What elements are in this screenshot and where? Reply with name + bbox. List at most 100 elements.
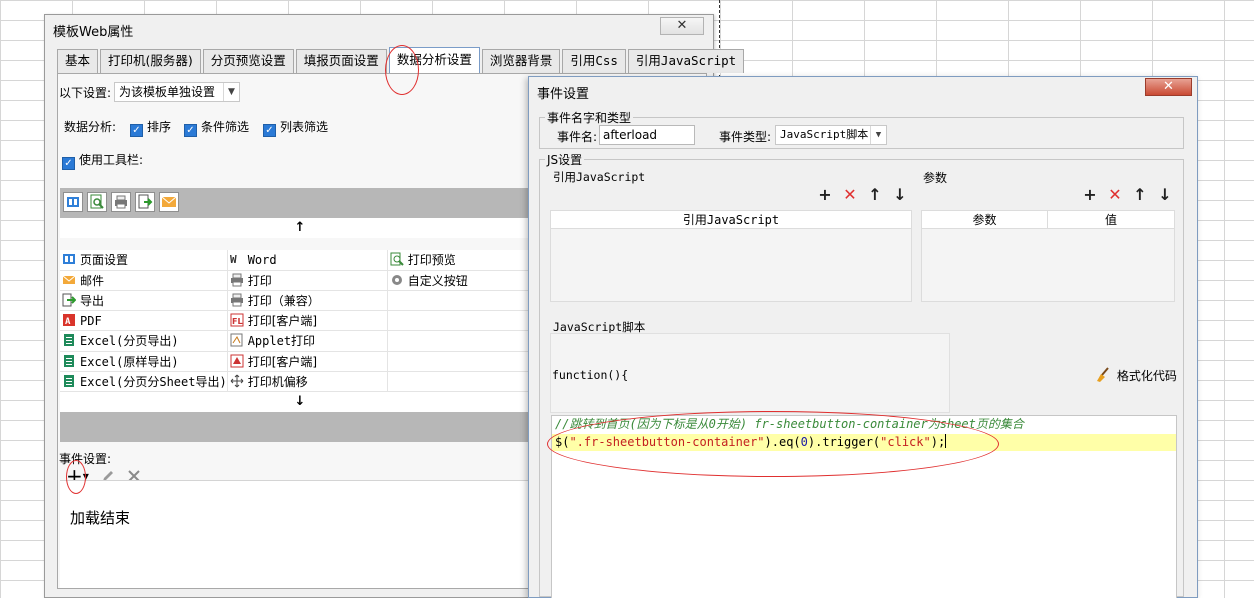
gear-icon [390, 273, 404, 287]
list-item[interactable]: 打印 [227, 270, 388, 291]
add-icon[interactable]: + [817, 187, 833, 203]
print-preview-icon[interactable] [87, 192, 107, 212]
list-filter-label: 列表筛选 [280, 120, 329, 134]
function-signature: function(){ [552, 368, 629, 382]
list-item[interactable]: 打印机偏移 [227, 371, 388, 393]
list-item-label: Word [247, 253, 277, 268]
list-item-label: Excel(原样导出) [80, 354, 179, 369]
params-label: 参数 [923, 171, 948, 185]
list-item[interactable]: Excel(分页导出) [60, 330, 228, 352]
table-row: Excel(分页分Sheet导出) 打印机偏移 [60, 371, 541, 393]
list-item-label: 打印（兼容） [247, 294, 320, 308]
print-icon [230, 273, 244, 287]
tab-ref-javascript[interactable]: 引用JavaScript [627, 49, 745, 73]
condition-filter-checkbox[interactable]: ✓ 条件筛选 [184, 118, 249, 137]
params-table[interactable]: 参数 值 [921, 210, 1175, 302]
toolbar-button-list: 页面设置 W Word 打印预览 邮件 打印 自定义按钮 导出 打印（兼容） AP… [60, 250, 541, 393]
list-item [387, 290, 541, 312]
move-cross-icon [230, 374, 244, 388]
event-type-value: JavaScript脚本 [780, 128, 869, 141]
sort-checkbox[interactable]: ✓ 排序 [130, 118, 171, 137]
analysis-label: 数据分析: [64, 120, 117, 134]
list-item[interactable]: 打印[客户端] [227, 351, 388, 372]
list-item[interactable]: 打印（兼容） [227, 290, 388, 312]
list-item-label: 页面设置 [80, 253, 129, 268]
list-item[interactable]: Excel(原样导出) [60, 351, 228, 372]
list-item[interactable]: W Word [227, 250, 388, 271]
event-type-select[interactable]: JavaScript脚本 ▼ [775, 125, 887, 145]
page-setup-icon[interactable] [63, 192, 83, 212]
ref-js-label: 引用JavaScript [553, 170, 646, 184]
svg-text:FL: FL [232, 317, 243, 326]
delete-icon[interactable]: ✕ [842, 187, 858, 203]
close-button[interactable]: ✕ [660, 17, 704, 35]
svg-text:W: W [230, 253, 237, 266]
table-row: Excel(分页导出) Applet打印 [60, 330, 541, 352]
tab-fill-page[interactable]: 填报页面设置 [295, 49, 387, 73]
annotation-ellipse [385, 45, 419, 95]
list-item-label: Excel(分页分Sheet导出) [80, 374, 227, 389]
move-down-arrow-icon[interactable]: ↓ [60, 392, 540, 412]
arrow-down-icon[interactable]: ↓ [1157, 187, 1173, 203]
settings-select[interactable]: 为该模板单独设置 ▼ [114, 82, 240, 102]
group-label: 事件名字和类型 [545, 109, 634, 126]
move-up-arrow-icon[interactable]: ↑ [60, 218, 540, 238]
ref-js-table[interactable]: 引用JavaScript [550, 210, 912, 302]
table-row: 导出 打印（兼容） [60, 290, 541, 312]
table-row: 邮件 打印 自定义按钮 [60, 270, 541, 291]
list-item[interactable]: 加载结束 [70, 507, 130, 528]
event-settings-dialog: 事件设置 ✕ 事件名字和类型 事件名: afterload 事件类型: Java… [528, 76, 1198, 598]
event-type-label: 事件类型: [719, 130, 772, 144]
pdf-icon: A [62, 313, 76, 327]
tab-printer-server[interactable]: 打印机(服务器) [100, 49, 201, 73]
annotation-ellipse [66, 460, 86, 494]
list-item [387, 310, 541, 332]
page-setup-icon [62, 252, 76, 266]
tab-page-preview[interactable]: 分页预览设置 [202, 49, 294, 73]
condition-filter-label: 条件筛选 [201, 120, 250, 134]
event-name-input[interactable]: afterload [599, 125, 695, 145]
close-button[interactable]: ✕ [1145, 78, 1192, 96]
list-filter-checkbox[interactable]: ✓ 列表筛选 [263, 118, 328, 137]
list-item [387, 330, 541, 352]
use-toolbar-label: 使用工具栏: [79, 153, 144, 167]
checkbox-checked-icon: ✓ [62, 157, 75, 170]
list-item-label: Excel(分页导出) [80, 334, 179, 349]
column-header: 值 [1048, 211, 1174, 229]
applet-print-icon [230, 333, 244, 347]
list-item[interactable]: Excel(分页分Sheet导出) [60, 371, 228, 393]
delete-icon[interactable]: ✕ [1107, 187, 1123, 203]
list-item[interactable]: 邮件 [60, 270, 228, 291]
arrow-up-icon[interactable]: ↑ [867, 187, 883, 203]
chevron-down-icon: ▼ [223, 83, 239, 101]
arrow-down-icon[interactable]: ↓ [892, 187, 908, 203]
list-item[interactable]: FL 打印[客户端] [227, 310, 388, 332]
list-item[interactable]: 自定义按钮 [387, 270, 541, 291]
chevron-down-icon: ▼ [870, 126, 886, 144]
checkbox-checked-icon: ✓ [130, 124, 143, 137]
table-row: 页面设置 W Word 打印预览 [60, 250, 541, 271]
email-icon[interactable] [159, 192, 179, 212]
table-row: A PDF FL 打印[客户端] [60, 310, 541, 332]
list-item[interactable]: 打印预览 [387, 250, 541, 271]
export-icon[interactable] [135, 192, 155, 212]
list-item[interactable]: A PDF [60, 310, 228, 332]
list-item[interactable]: 导出 [60, 290, 228, 312]
tab-browser-background[interactable]: 浏览器背景 [481, 49, 561, 73]
tab-ref-css[interactable]: 引用Css [562, 49, 626, 73]
table-row: Excel(原样导出) 打印[客户端] [60, 351, 541, 372]
list-item [387, 371, 541, 393]
list-item[interactable]: 页面设置 [60, 250, 228, 271]
event-name-label: 事件名: [557, 130, 598, 144]
use-toolbar-checkbox[interactable]: ✓ 使用工具栏: [62, 151, 143, 170]
excel-icon [62, 374, 76, 388]
tab-basic[interactable]: 基本 [57, 49, 99, 73]
list-item-label: PDF [80, 314, 102, 329]
format-code-button[interactable]: 格式化代码 [1095, 367, 1177, 384]
print-icon[interactable] [111, 192, 131, 212]
list-item[interactable]: Applet打印 [227, 330, 388, 352]
add-icon[interactable]: + [1082, 187, 1098, 203]
client-print-icon: FL [230, 313, 244, 327]
column-header: 引用JavaScript [551, 211, 911, 229]
arrow-up-icon[interactable]: ↑ [1132, 187, 1148, 203]
